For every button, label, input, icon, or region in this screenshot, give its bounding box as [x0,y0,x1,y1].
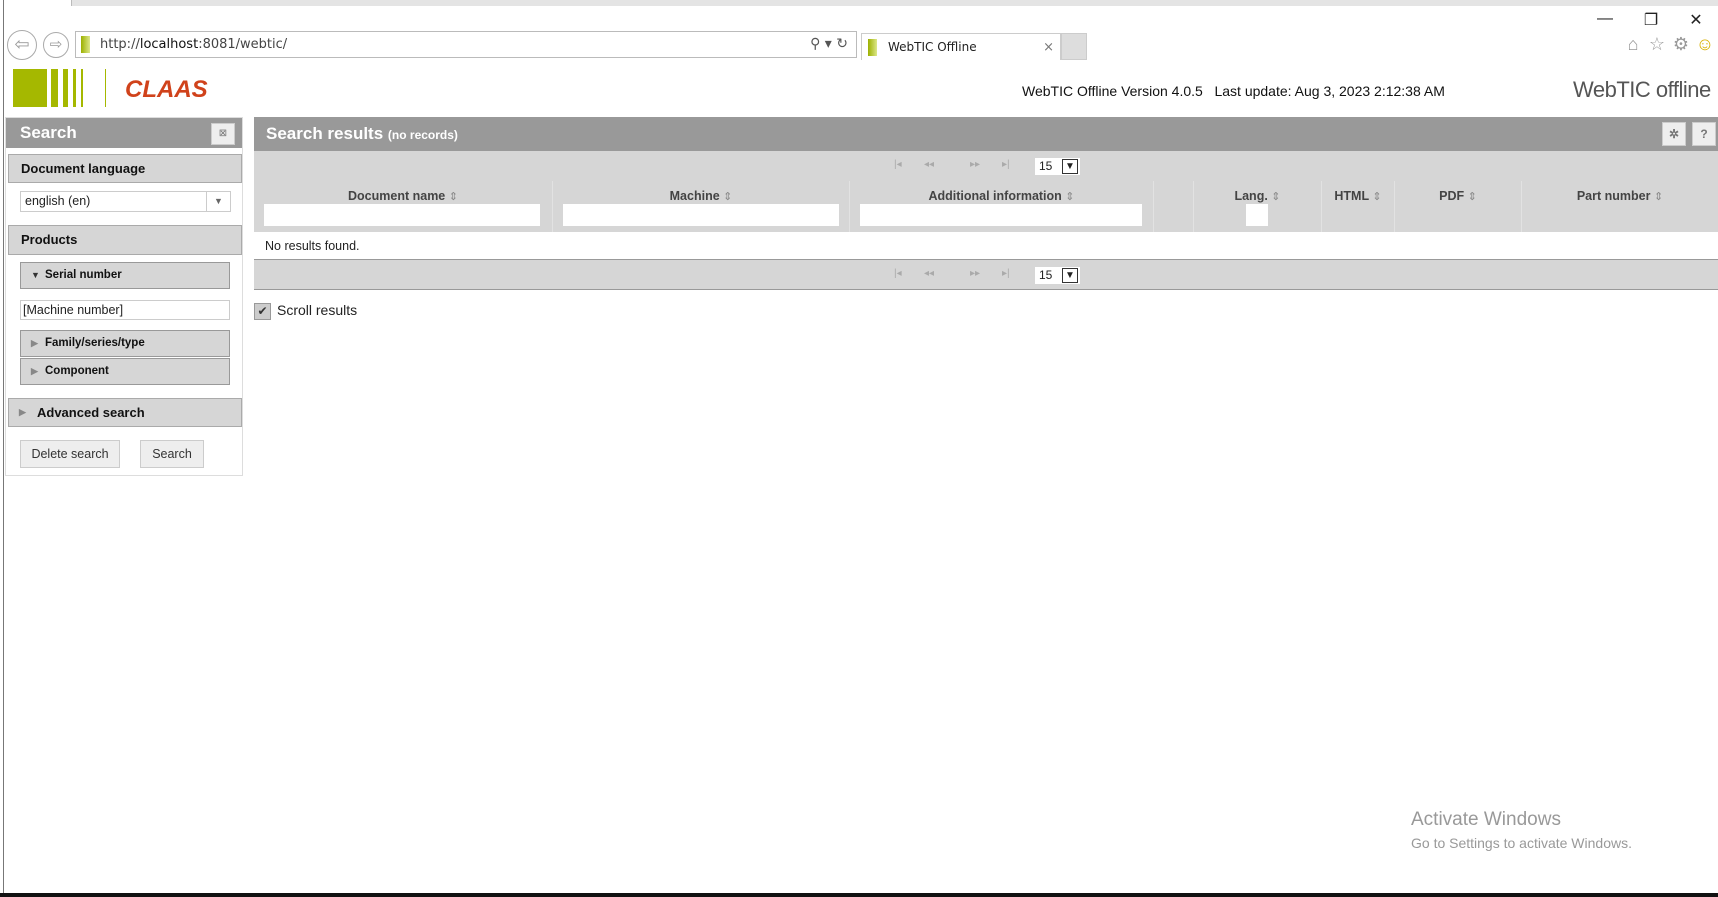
last-page-icon[interactable]: ▸| [1002,268,1010,279]
chevron-down-icon: ▼ [206,192,230,211]
checkmark-icon[interactable]: ✔ [254,302,271,320]
page-size-select[interactable]: 15 ▼ [1035,267,1080,284]
search-panel: Search ⊠ Document language english (en) … [5,117,243,476]
home-icon[interactable]: ⌂ [1622,34,1644,55]
first-page-icon[interactable]: |◂ [894,159,902,170]
back-button[interactable]: ⇦ [7,30,37,60]
new-tab-button[interactable] [1061,33,1087,60]
tab-close-icon[interactable]: × [1043,34,1054,61]
search-panel-title: Search [6,118,242,148]
record-count: (no records) [387,128,458,142]
taskbar-edge [0,893,1718,897]
svg-text:CLAAS: CLAAS [125,76,208,103]
pager-bottom: |◂ ◂◂ ▸▸ ▸| 15 ▼ [254,260,1718,290]
scroll-results-label: Scroll results [277,302,358,318]
help-button[interactable]: ? [1692,122,1716,146]
browser-tab-webtic[interactable]: WebTIC Offline × [861,33,1061,60]
sort-icon: ⇕ [1271,191,1281,203]
restore-icon[interactable]: ❐ [1636,10,1666,30]
document-language-section[interactable]: Document language [8,154,242,183]
search-refresh-icons[interactable]: ⚲ ▾ ↻ [810,32,848,57]
chevron-down-icon: ▼ [1062,159,1078,174]
address-bar[interactable]: http://localhost:8081/webtic/ ⚲ ▾ ↻ [75,31,857,58]
column-document-name[interactable]: Document name ⇕ [254,181,553,232]
gear-icon[interactable]: ⚙ [1670,34,1692,55]
app-brand: WebTIC offline [1573,77,1711,102]
serial-number-toggle[interactable]: ▼ Serial number [20,262,230,289]
advanced-search-section[interactable]: ▶ Advanced search [8,398,242,427]
window-top-strip [0,0,1718,6]
forward-button[interactable]: ⇨ [43,32,69,58]
collapsed-arrow-icon: ▶ [31,366,38,376]
search-button[interactable]: Search [140,440,204,468]
close-window-icon[interactable]: ✕ [1681,10,1711,30]
prev-page-icon[interactable]: ◂◂ [924,268,934,279]
next-page-icon[interactable]: ▸▸ [970,268,980,279]
prev-page-icon[interactable]: ◂◂ [924,159,934,170]
sort-icon: ⇕ [1065,191,1075,203]
sort-icon: ⇕ [448,191,458,203]
column-html[interactable]: HTML ⇕ [1322,181,1395,232]
site-favicon [81,36,90,53]
activate-windows-watermark: Activate Windows Go to Settings to activ… [1411,809,1632,851]
scroll-results-checkbox[interactable]: ✔ Scroll results [254,301,357,320]
chevron-down-icon: ▼ [1062,268,1078,283]
sort-icon: ⇕ [1653,191,1664,203]
url-scheme: http:// [100,37,140,52]
tab-title: WebTIC Offline [888,40,977,54]
favorites-star-icon[interactable]: ☆ [1646,34,1668,55]
component-toggle[interactable]: ▶ Component [20,358,230,385]
lang-filter[interactable] [1246,204,1268,226]
expanded-arrow-icon: ▼ [31,270,40,280]
url-host: localhost [139,37,199,52]
results-table-header: Document name ⇕ Machine ⇕ Additional inf… [254,181,1718,232]
pager-top: |◂ ◂◂ ▸▸ ▸| 15 ▼ [254,151,1718,181]
claas-logo: CLAAS [13,69,208,107]
settings-button[interactable]: ✲ [1662,122,1686,146]
document-name-filter[interactable] [264,204,540,226]
url-path: :8081/webtic/ [198,37,288,52]
column-machine[interactable]: Machine ⇕ [553,181,850,232]
collapse-panel-button[interactable]: ⊠ [211,123,235,145]
feedback-smiley-icon[interactable]: ☺ [1694,34,1716,55]
collapsed-arrow-icon: ▶ [19,407,26,417]
sort-icon: ⇕ [1372,191,1382,203]
family-series-type-toggle[interactable]: ▶ Family/series/type [20,330,230,357]
first-page-icon[interactable]: |◂ [894,268,902,279]
collapsed-arrow-icon: ▶ [31,338,38,348]
column-pdf[interactable]: PDF ⇕ [1395,181,1522,232]
next-page-icon[interactable]: ▸▸ [970,159,980,170]
column-blank [1154,181,1194,232]
column-lang[interactable]: Lang. ⇕ [1194,181,1322,232]
results-title: Search results (no records) [254,117,1718,151]
additional-information-filter[interactable] [860,204,1142,226]
document-language-select[interactable]: english (en) ▼ [20,191,231,212]
page-size-select[interactable]: 15 ▼ [1035,158,1080,175]
products-section[interactable]: Products [8,225,242,255]
last-page-icon[interactable]: ▸| [1002,159,1010,170]
column-additional-information[interactable]: Additional information ⇕ [850,181,1154,232]
search-results-panel: Search results (no records) ✲ ? |◂ ◂◂ ▸▸… [254,117,1718,291]
last-update: Last update: Aug 3, 2023 2:12:38 AM [1214,83,1445,99]
sort-icon: ⇕ [1467,191,1477,203]
sort-icon: ⇕ [723,191,733,203]
minimize-icon[interactable]: — [1590,10,1620,28]
watermark-subtitle: Go to Settings to activate Windows. [1411,835,1632,851]
selected-language: english (en) [25,194,91,208]
watermark-title: Activate Windows [1411,809,1561,830]
delete-search-button[interactable]: Delete search [20,440,120,468]
empty-results-message: No results found. [254,232,1718,260]
window-border [3,0,4,894]
machine-number-input[interactable]: [Machine number] [20,300,230,320]
column-part-number[interactable]: Part number ⇕ [1522,181,1718,232]
tab-favicon [868,39,877,56]
version-info: WebTIC Offline Version 4.0.5 Last update… [1022,83,1445,99]
machine-filter[interactable] [563,204,839,226]
